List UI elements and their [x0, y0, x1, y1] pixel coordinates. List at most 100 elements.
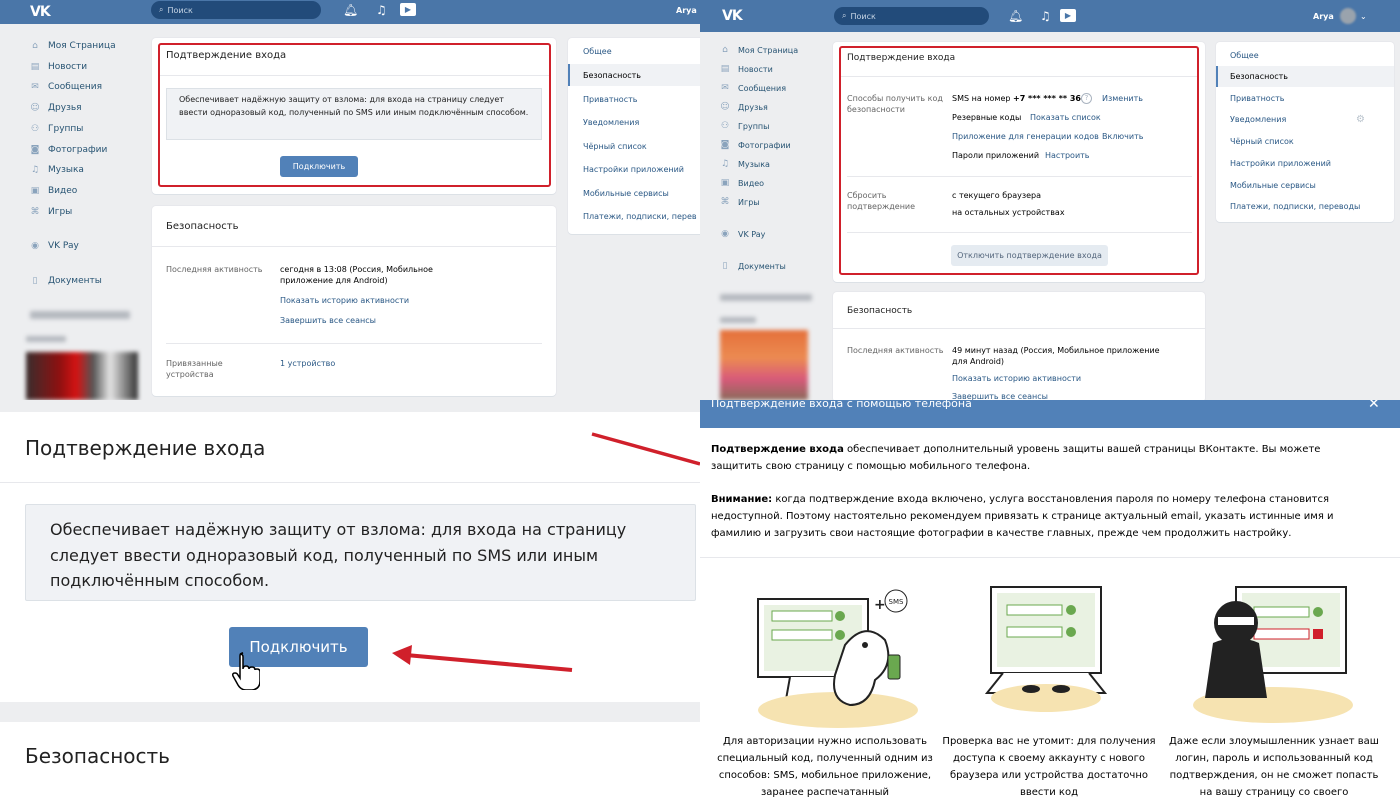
bell-icon[interactable]: 🔔︎ [1008, 9, 1023, 23]
show-activity-history-link[interactable]: Показать историю активности [952, 373, 1081, 384]
bell-icon[interactable]: 🔔︎ [343, 3, 358, 17]
music-icon: ♫ [30, 165, 40, 175]
search-input[interactable]: ⌕ Поиск [834, 7, 989, 25]
games-icon: ⌘ [30, 207, 40, 217]
avatar[interactable] [1340, 8, 1356, 24]
music-icon[interactable]: ♫ [1040, 9, 1051, 23]
document-icon: ▯ [722, 261, 728, 271]
user-name[interactable]: Arya [676, 6, 697, 15]
settings-menu-general[interactable]: Общее [583, 47, 612, 56]
zoom-description-text: Обеспечивает надёжную защиту от взлома: … [50, 520, 627, 590]
settings-menu-privacy[interactable]: Приватность [1230, 94, 1284, 103]
caption-1: Для авторизации нужно использовать специ… [717, 736, 933, 798]
enable-app-link[interactable]: Включить [1102, 131, 1143, 142]
illustration-laptop-eyes [984, 586, 1108, 712]
search-input[interactable]: ⌕ Поиск [151, 1, 321, 19]
play-icon[interactable]: ▶ [1060, 9, 1076, 22]
auth-app-link[interactable]: Приложение для генерации кодов [952, 131, 1099, 142]
sidebar-item-news[interactable]: ▤ Новости [30, 62, 87, 72]
music-icon: ♫ [720, 159, 730, 169]
search-icon: ⌕ [842, 11, 847, 20]
settings-menu-app-settings[interactable]: Настройки приложений [1230, 159, 1331, 168]
settings-menu-notifications[interactable]: Уведомления [1230, 115, 1286, 124]
sidebar-item-messages[interactable]: ✉ Сообщения [30, 82, 102, 92]
search-placeholder: Поиск [167, 5, 193, 15]
gear-icon[interactable]: ⚙ [1356, 114, 1365, 125]
sidebar-item-photos[interactable]: ◙ Фотографии [30, 145, 108, 155]
reset-current-browser[interactable]: с текущего браузера [952, 190, 1041, 201]
connect-button[interactable]: Подключить [280, 156, 358, 177]
backup-codes-label: Резервные коды [952, 113, 1022, 122]
configure-link[interactable]: Настроить [1045, 150, 1090, 161]
close-icon[interactable]: ✕ [1368, 400, 1380, 412]
settings-menu-security[interactable]: Безопасность [583, 71, 641, 80]
blurred-sidebar-label [720, 317, 756, 323]
divider [160, 75, 549, 76]
vk-logo[interactable]: VK [30, 4, 51, 20]
top-left-screenshot: VK ⌕ Поиск 🔔︎ ♫ ▶ Arya ⌂ Моя Страница ▤ Но… [0, 0, 700, 400]
last-activity-value: 49 минут назад (Россия, Мобильное прилож… [952, 346, 1160, 366]
sidebar-item-messages[interactable]: ✉ Сообщения [720, 83, 786, 93]
reset-other-devices[interactable]: на остальных устройствах [952, 207, 1065, 218]
sidebar-item-vkpay[interactable]: ◉ VK Pay [30, 241, 79, 251]
sidebar-item-documents[interactable]: ▯ Документы [720, 261, 786, 271]
sidebar-item-news[interactable]: ▤ Новости [720, 64, 773, 74]
settings-menu-mobile[interactable]: Мобильные сервисы [583, 189, 669, 198]
camera-icon: ◙ [30, 145, 40, 155]
sidebar-item-groups[interactable]: ⚇ Группы [720, 121, 770, 131]
show-activity-history-link[interactable]: Показать историю активности [280, 295, 409, 306]
last-activity-value: сегодня в 13:08 (Россия, Мобильное прило… [280, 265, 433, 285]
games-icon: ⌘ [720, 197, 730, 207]
red-arrow-to-modal [591, 432, 700, 466]
settings-menu-privacy[interactable]: Приватность [583, 95, 637, 104]
sidebar-item-games[interactable]: ⌘ Игры [720, 197, 760, 207]
settings-menu-security[interactable]: Безопасность [1230, 72, 1288, 81]
top-right-screenshot: VK ⌕ Поиск 🔔︎ ♫ ▶ Arya ⌄ ⌂ Моя Страница ▤… [700, 0, 1400, 400]
settings-menu-blacklist[interactable]: Чёрный список [583, 142, 647, 151]
change-phone-link[interactable]: Изменить [1102, 93, 1143, 104]
end-all-sessions-link[interactable]: Завершить все сеансы [280, 315, 376, 326]
sidebar-item-video[interactable]: ▣ Видео [720, 178, 764, 188]
sidebar-item-music[interactable]: ♫ Музыка [720, 159, 770, 169]
linked-devices-value[interactable]: 1 устройство [280, 358, 335, 369]
description-box: Обеспечивает надёжную защиту от взлома: … [166, 88, 542, 140]
sidebar-item-games[interactable]: ⌘ Игры [30, 207, 73, 217]
help-icon[interactable]: ? [1081, 93, 1092, 104]
card-title: Подтверждение входа [166, 50, 287, 61]
settings-menu-blacklist[interactable]: Чёрный список [1230, 137, 1294, 146]
settings-menu-notifications[interactable]: Уведомления [583, 118, 639, 127]
home-icon: ⌂ [722, 45, 728, 55]
friends-icon: ☺ [30, 103, 40, 113]
sidebar-item-photos[interactable]: ◙ Фотографии [720, 140, 791, 150]
settings-menu-payments[interactable]: Платежи, подписки, переводы [1230, 202, 1360, 211]
caption-2: Проверка вас не утомит: для получения до… [942, 736, 1156, 798]
settings-menu-mobile[interactable]: Мобильные сервисы [1230, 181, 1316, 190]
disable-confirmation-button[interactable]: Отключить подтверждение входа [951, 245, 1108, 266]
end-all-sessions-link[interactable]: Завершить все сеансы [952, 391, 1048, 400]
play-icon[interactable]: ▶ [400, 3, 416, 16]
settings-menu-general[interactable]: Общее [1230, 51, 1259, 60]
blurred-sidebar-item [720, 294, 812, 301]
sidebar-item-friends[interactable]: ☺ Друзья [30, 103, 81, 113]
sidebar-item-my-page[interactable]: ⌂ Моя Страница [720, 45, 798, 55]
sidebar-item-vkpay[interactable]: ◉ VK Pay [720, 229, 765, 239]
messages-icon: ✉ [721, 83, 729, 93]
sms-method: SMS на номер +7 *** *** ** 36 [952, 94, 1081, 103]
settings-menu-payments[interactable]: Платежи, подписки, перев [583, 212, 697, 221]
music-icon[interactable]: ♫ [376, 3, 387, 17]
security-title: Безопасность [166, 221, 239, 232]
user-name[interactable]: Arya [1313, 12, 1334, 21]
sidebar-item-friends[interactable]: ☺ Друзья [720, 102, 768, 112]
sidebar-item-music[interactable]: ♫ Музыка [30, 165, 84, 175]
sidebar-item-documents[interactable]: ▯ Документы [30, 276, 102, 286]
pointer-arrow [392, 645, 573, 672]
sidebar-item-my-page[interactable]: ⌂ Моя Страница [30, 41, 116, 51]
linked-devices-label: Привязанные устройства [166, 359, 223, 379]
show-list-link[interactable]: Показать список [1030, 112, 1101, 123]
sidebar-item-video[interactable]: ▣ Видео [30, 186, 78, 196]
sidebar-item-groups[interactable]: ⚇ Группы [30, 124, 83, 134]
settings-menu-app-settings[interactable]: Настройки приложений [583, 165, 684, 174]
chevron-down-icon[interactable]: ⌄ [1360, 10, 1367, 24]
vk-logo[interactable]: VK [722, 8, 743, 24]
modal-title: Подтверждение входа с помощью телефона [711, 400, 972, 410]
